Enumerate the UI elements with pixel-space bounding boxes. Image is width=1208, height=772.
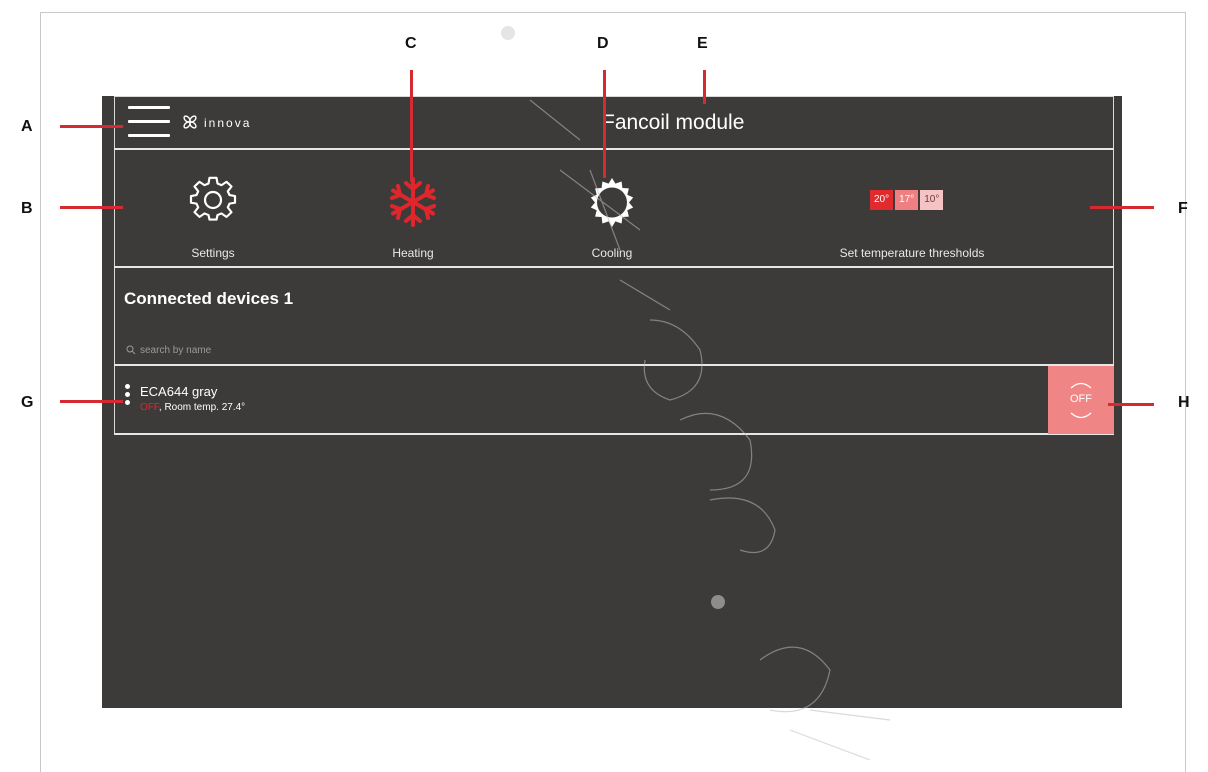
- snowflake-icon: [387, 176, 439, 233]
- device-status: OFF, Room temp. 27.4°: [140, 402, 245, 413]
- device-room-temp: , Room temp. 27.4°: [158, 402, 246, 413]
- callout-d: D: [597, 35, 609, 52]
- threshold-high[interactable]: 20°: [870, 190, 894, 210]
- settings-button[interactable]: Settings: [133, 154, 293, 264]
- callout-line-f: [1090, 206, 1154, 209]
- callout-h: H: [1178, 394, 1190, 411]
- threshold-mid[interactable]: 17°: [895, 190, 919, 210]
- logo-name: innova: [204, 116, 252, 130]
- thresholds-label: Set temperature thresholds: [839, 246, 985, 260]
- drag-handle-icon[interactable]: [124, 384, 132, 414]
- device-state: OFF: [140, 402, 159, 413]
- innova-logo: innova: [182, 114, 251, 134]
- callout-g: G: [21, 394, 34, 411]
- cooling-button[interactable]: Cooling: [532, 154, 692, 264]
- callout-line-g: [60, 400, 123, 403]
- threshold-chips[interactable]: 20° 17° 10°: [870, 190, 944, 210]
- callout-line-h: [1108, 403, 1154, 406]
- heating-label: Heating: [392, 246, 434, 260]
- app-screen: innova Fancoil module Settings Heating C…: [102, 96, 1122, 708]
- page-title: Fancoil module: [602, 111, 745, 134]
- chevron-down-icon: [1070, 412, 1092, 419]
- power-toggle-button[interactable]: OFF: [1048, 366, 1114, 434]
- cooling-label: Cooling: [591, 246, 633, 260]
- settings-label: Settings: [191, 246, 235, 260]
- callout-c: C: [405, 35, 417, 52]
- device-row[interactable]: ECA644 gray OFF, Room temp. 27.4° OFF: [114, 366, 1114, 435]
- functions-divider: [114, 266, 1114, 268]
- power-toggle-label: OFF: [1070, 393, 1092, 405]
- device-name: ECA644 gray: [140, 384, 218, 399]
- search-input[interactable]: [140, 344, 400, 356]
- connected-devices-title: Connected devices 1: [124, 289, 294, 308]
- logo-mark-icon: [183, 115, 197, 129]
- callout-line-d: [603, 70, 606, 178]
- search-icon: [126, 345, 136, 355]
- callout-a: A: [21, 118, 33, 135]
- callout-e: E: [697, 35, 708, 52]
- search-field[interactable]: [126, 341, 426, 359]
- callout-line-b: [60, 206, 123, 209]
- menu-hamburger-icon[interactable]: [128, 106, 170, 140]
- callout-f: F: [1178, 200, 1188, 217]
- sun-icon: [585, 176, 639, 235]
- chevron-up-icon: [1070, 382, 1092, 389]
- callout-line-e: [703, 70, 706, 104]
- gear-icon: [189, 176, 237, 229]
- heating-button[interactable]: Heating: [333, 154, 493, 264]
- callout-b: B: [21, 200, 33, 217]
- callout-line-c: [410, 70, 413, 182]
- callout-line-a: [60, 125, 123, 128]
- header-divider: [114, 148, 1114, 150]
- threshold-low[interactable]: 10°: [920, 190, 944, 210]
